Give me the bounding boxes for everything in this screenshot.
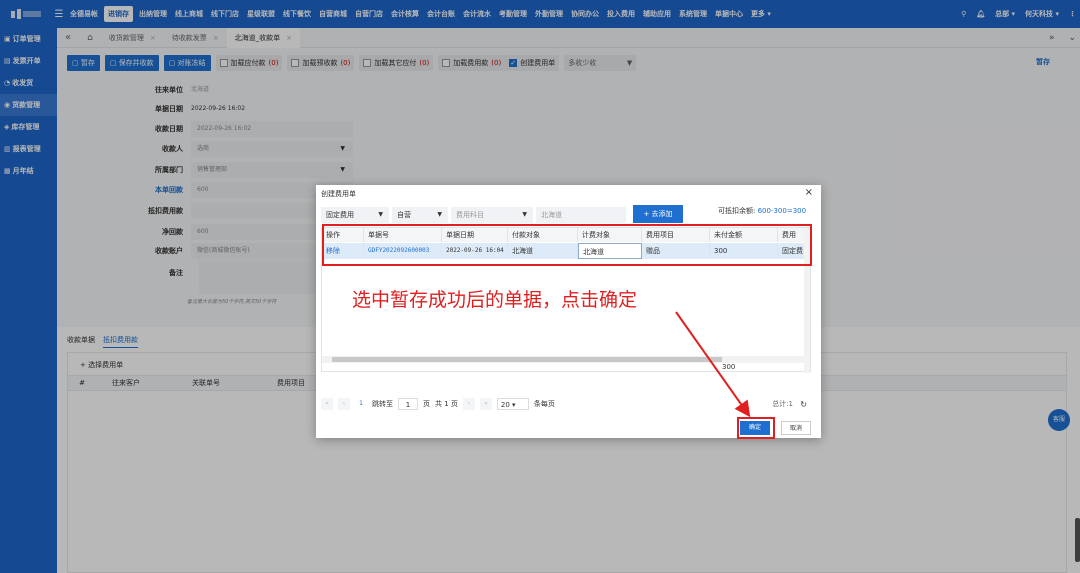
close-icon[interactable]: ×: [805, 187, 813, 198]
page-suffix: 页: [423, 400, 430, 408]
caret-down-icon: ▼: [378, 211, 383, 218]
caret-down-icon: ▼: [437, 211, 442, 218]
deductible-balance: 可抵扣余额: 600-300=300: [718, 207, 807, 215]
pagination: « ‹ 1 跳转至 1 页 共 1 页 › » 20 ▾ 条每页 总计:1 ↻: [321, 394, 811, 414]
cancel-button[interactable]: 取消: [781, 421, 811, 435]
caret-down-icon: ▼: [522, 211, 527, 218]
goto-label: 跳转至: [372, 400, 393, 408]
go-add-button[interactable]: + 去添加: [633, 205, 683, 223]
channel-select[interactable]: 自营 ▼: [392, 207, 448, 223]
unpaid-sum: 300: [722, 363, 736, 371]
refresh-icon[interactable]: ↻: [800, 400, 807, 409]
total-count: 总计:1: [772, 400, 793, 408]
current-page[interactable]: 1: [355, 398, 367, 410]
goto-page-input[interactable]: 1: [398, 398, 418, 410]
total-pages: 共 1 页: [435, 400, 458, 408]
fee-subject-select[interactable]: 费用科目 ▼: [451, 207, 533, 223]
horizontal-scrollbar[interactable]: [322, 356, 806, 363]
prev-page-button[interactable]: ‹: [338, 398, 350, 410]
confirm-highlight-box: [737, 417, 775, 439]
fee-type-select[interactable]: 固定费用 ▼: [321, 207, 389, 223]
page-size-select[interactable]: 20 ▾: [496, 398, 529, 410]
per-page-label: 条每页: [533, 400, 555, 408]
next-page-button[interactable]: ›: [462, 398, 475, 410]
instruction-annotation: 选中暂存成功后的单据，点击确定: [352, 289, 638, 311]
partner-input[interactable]: 北海道: [536, 207, 626, 223]
first-page-button[interactable]: «: [321, 398, 333, 410]
dialog-title: 创建费用单: [321, 190, 356, 198]
row-highlight-box: [322, 224, 812, 266]
last-page-button[interactable]: »: [479, 398, 492, 410]
